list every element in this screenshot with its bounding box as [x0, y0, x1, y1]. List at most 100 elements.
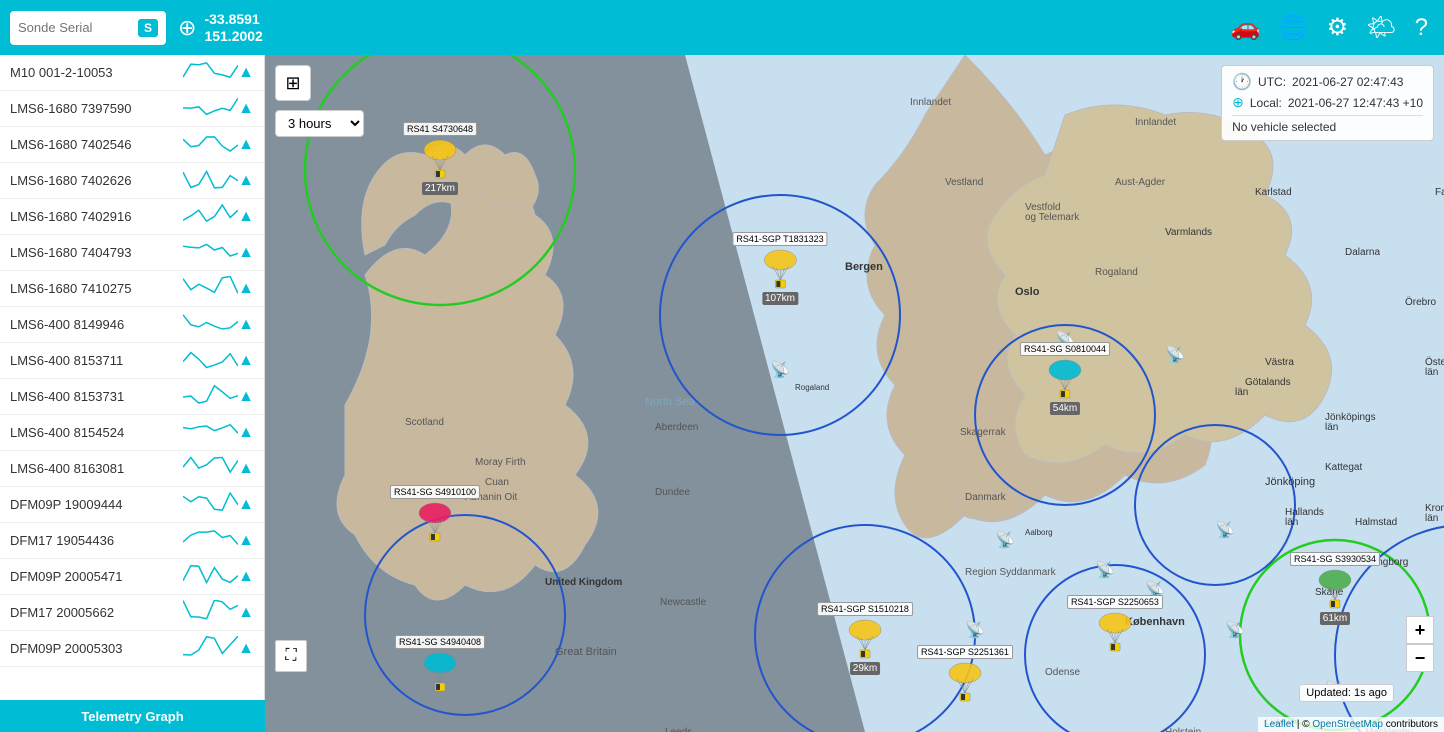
sidebar-item[interactable]: LMS6-1680 7402626 ▲ — [0, 163, 264, 199]
sidebar-item-expand[interactable]: ▲ — [238, 244, 254, 262]
search-input[interactable] — [18, 20, 138, 35]
map-area[interactable]: North Sea 📡 Rogaland 📡 📡 📡 📡 📡 📡 ((·)) 📡… — [265, 55, 1444, 732]
sidebar-item[interactable]: LMS6-400 8153731 ▲ — [0, 379, 264, 415]
zoom-controls: + − — [1406, 616, 1434, 672]
sidebar-item-expand[interactable]: ▲ — [238, 100, 254, 118]
sidebar-item[interactable]: LMS6-400 8154524 ▲ — [0, 415, 264, 451]
sidebar-sparkline — [183, 384, 238, 409]
compass-icon: ⊕ — [178, 15, 196, 41]
sidebar-sparkline — [183, 564, 238, 589]
sidebar-item-expand[interactable]: ▲ — [238, 388, 254, 406]
sidebar-item-expand[interactable]: ▲ — [238, 568, 254, 586]
layers-button[interactable]: ⊞ — [275, 65, 311, 101]
globe-icon[interactable]: 🌐 — [1279, 13, 1309, 42]
sidebar-sparkline — [183, 60, 238, 85]
sidebar-sparkline — [183, 528, 238, 553]
sidebar-item-label: LMS6-1680 7402916 — [10, 209, 183, 224]
attribution: Leaflet | © OpenStreetMap contributors — [1258, 717, 1444, 732]
sidebar-item[interactable]: LMS6-1680 7397590 ▲ — [0, 91, 264, 127]
sidebar-item[interactable]: DFM17 20005662 ▲ — [0, 595, 264, 631]
sidebar-sparkline — [183, 240, 238, 265]
sidebar-sparkline — [183, 636, 238, 661]
sidebar-sparkline — [183, 492, 238, 517]
sidebar-item-expand[interactable]: ▲ — [238, 604, 254, 622]
updated-badge: Updated: 1s ago — [1299, 684, 1394, 702]
sidebar-sparkline — [183, 456, 238, 481]
sidebar-item[interactable]: LMS6-400 8149946 ▲ — [0, 307, 264, 343]
sidebar-item[interactable]: LMS6-1680 7410275 ▲ — [0, 271, 264, 307]
expand-button[interactable]: ⛶ — [275, 640, 307, 672]
search-button[interactable]: S — [138, 19, 158, 37]
sidebar-item-expand[interactable]: ▲ — [238, 280, 254, 298]
sidebar-item-expand[interactable]: ▲ — [238, 640, 254, 658]
sidebar-item-expand[interactable]: ▲ — [238, 460, 254, 478]
info-panel: 🕐 UTC: 2021-06-27 02:47:43 ⊕ Local: 2021… — [1221, 65, 1434, 141]
utc-label: UTC: — [1258, 75, 1286, 89]
sidebar-item-label: LMS6-400 8154524 — [10, 425, 183, 440]
sidebar-item[interactable]: DFM17 19054436 ▲ — [0, 523, 264, 559]
sidebar-item-expand[interactable]: ▲ — [238, 352, 254, 370]
sidebar-item-label: DFM09P 20005471 — [10, 569, 183, 584]
sidebar-item-expand[interactable]: ▲ — [238, 316, 254, 334]
topbar: S ⊕ -33.8591 151.2002 🚗 🌐 ⚙ 🌤 ? — [0, 0, 1444, 55]
sidebar-item-expand[interactable]: ▲ — [238, 64, 254, 82]
sidebar-item-label: LMS6-400 8149946 — [10, 317, 183, 332]
expand-icon: ⛶ — [285, 647, 296, 665]
zoom-out-button[interactable]: − — [1406, 644, 1434, 672]
sidebar-item-expand[interactable]: ▲ — [238, 172, 254, 190]
sidebar-item-label: LMS6-400 8153711 — [10, 353, 183, 368]
sidebar-item[interactable]: LMS6-400 8163081 ▲ — [0, 451, 264, 487]
sidebar-item-label: LMS6-1680 7402546 — [10, 137, 183, 152]
utc-time: 2021-06-27 02:47:43 — [1292, 75, 1403, 89]
attribution-contributors: contributors — [1386, 719, 1438, 730]
sidebar-sparkline — [183, 96, 238, 121]
sidebar-item[interactable]: LMS6-400 8153711 ▲ — [0, 343, 264, 379]
sidebar-item-label: DFM09P 20005303 — [10, 641, 183, 656]
sidebar-sparkline — [183, 276, 238, 301]
sidebar-item-expand[interactable]: ▲ — [238, 424, 254, 442]
osm-link[interactable]: OpenStreetMap — [1312, 719, 1383, 730]
telemetry-graph-button[interactable]: Telemetry Graph — [0, 700, 265, 732]
sidebar-item[interactable]: LMS6-1680 7404793 ▲ — [0, 235, 264, 271]
sidebar-item-expand[interactable]: ▲ — [238, 496, 254, 514]
sidebar-item-label: M10 001-2-10053 — [10, 65, 183, 80]
sidebar-sparkline — [183, 600, 238, 625]
compass-label-icon: ⊕ — [1232, 94, 1244, 111]
settings-icon[interactable]: ⚙ — [1327, 13, 1349, 42]
sidebar-sparkline — [183, 312, 238, 337]
sidebar-item-expand[interactable]: ▲ — [238, 136, 254, 154]
sidebar-item-label: LMS6-1680 7410275 — [10, 281, 183, 296]
local-label: Local: — [1250, 96, 1282, 110]
help-icon[interactable]: ? — [1415, 14, 1428, 42]
sidebar-item-expand[interactable]: ▲ — [238, 208, 254, 226]
sidebar-item[interactable]: DFM09P 20005303 ▲ — [0, 631, 264, 667]
sidebar-item[interactable]: LMS6-1680 7402546 ▲ — [0, 127, 264, 163]
sidebar-sparkline — [183, 204, 238, 229]
map-background — [265, 55, 1444, 732]
sidebar-sparkline — [183, 132, 238, 157]
sidebar-item-label: DFM09P 19009444 — [10, 497, 183, 512]
sidebar-item[interactable]: M10 001-2-10053 ▲ — [0, 55, 264, 91]
coordinates: -33.8591 151.2002 — [204, 11, 262, 45]
hours-select[interactable]: 1 hour2 hours3 hours6 hours12 hours — [275, 110, 364, 137]
hours-select-wrap: 1 hour2 hours3 hours6 hours12 hours — [275, 110, 364, 137]
top-icons: 🚗 🌐 ⚙ 🌤 ? — [1231, 13, 1444, 42]
sidebar-sparkline — [183, 348, 238, 373]
no-vehicle: No vehicle selected — [1232, 120, 1336, 134]
sidebar-item[interactable]: LMS6-1680 7402916 ▲ — [0, 199, 264, 235]
sidebar-sparkline — [183, 420, 238, 445]
local-time: 2021-06-27 12:47:43 +10 — [1288, 96, 1423, 110]
sidebar-item-expand[interactable]: ▲ — [238, 532, 254, 550]
layers-icon: ⊞ — [285, 73, 300, 94]
sidebar-item-label: LMS6-1680 7397590 — [10, 101, 183, 116]
car-icon[interactable]: 🚗 — [1231, 13, 1261, 42]
sidebar-item[interactable]: DFM09P 19009444 ▲ — [0, 487, 264, 523]
sidebar-item-label: LMS6-400 8153731 — [10, 389, 183, 404]
weather-icon[interactable]: 🌤 — [1366, 13, 1396, 42]
sidebar-item-label: LMS6-400 8163081 — [10, 461, 183, 476]
zoom-in-button[interactable]: + — [1406, 616, 1434, 644]
sidebar-item-label: LMS6-1680 7402626 — [10, 173, 183, 188]
sidebar-item[interactable]: DFM09P 20005471 ▲ — [0, 559, 264, 595]
clock-icon: 🕐 — [1232, 72, 1252, 92]
leaflet-link[interactable]: Leaflet — [1264, 719, 1294, 730]
